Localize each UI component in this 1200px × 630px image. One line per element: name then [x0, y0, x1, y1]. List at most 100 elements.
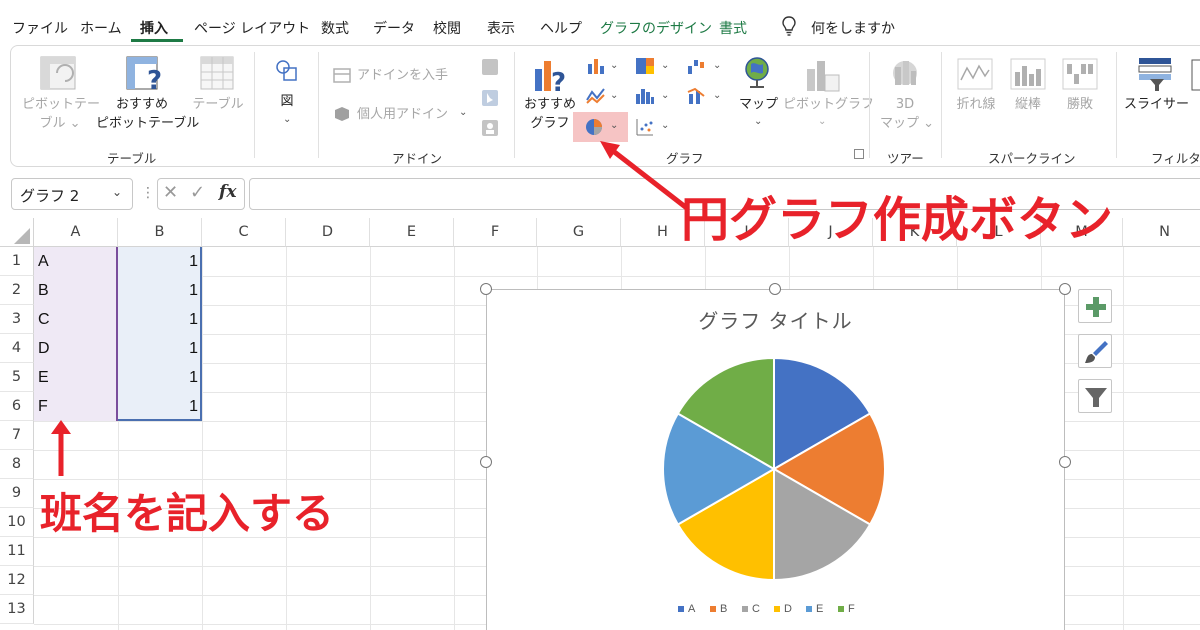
illustrations-button[interactable]: 図 — [276, 92, 298, 111]
cell-b1[interactable]: 1 — [118, 247, 198, 276]
row-header-9[interactable]: 9 — [0, 479, 34, 508]
pivot-chart-button[interactable]: ピボットグラフ — [783, 95, 874, 114]
select-all-button[interactable] — [0, 218, 34, 247]
cell-b5[interactable]: 1 — [118, 363, 198, 392]
shapes-icon — [276, 60, 297, 81]
tab-page-layout[interactable]: ページ レイアウト — [194, 18, 310, 38]
column-header-e[interactable]: E — [370, 218, 454, 247]
column-header-n[interactable]: N — [1123, 218, 1200, 247]
slicer-button[interactable]: スライサー — [1124, 95, 1189, 114]
recommended-charts-label-1: おすすめ — [524, 97, 577, 112]
chevron-down-icon[interactable]: ⌄ — [112, 185, 122, 199]
table-button[interactable]: テーブル — [190, 95, 246, 114]
svg-text:?: ? — [551, 68, 566, 95]
statistic-chart-icon[interactable] — [634, 86, 656, 106]
tab-home[interactable]: ホーム — [80, 18, 122, 38]
pivot-table-label-2: ブル ⌄ — [39, 116, 81, 131]
cell-a2[interactable]: B — [38, 276, 49, 305]
chevron-down-icon: ⌄ — [661, 90, 670, 101]
column-chart-icon[interactable] — [585, 56, 607, 76]
chart-elements-button[interactable] — [1078, 289, 1112, 323]
gridline-vertical — [202, 247, 203, 630]
legend-label-d: D — [784, 603, 792, 615]
ribbon-separator — [514, 52, 515, 158]
3d-map-icon — [893, 61, 917, 85]
tab-file[interactable]: ファイル — [12, 18, 68, 38]
cell-a4[interactable]: D — [38, 334, 50, 363]
table-icon — [200, 56, 234, 90]
row-header-12[interactable]: 12 — [0, 566, 34, 595]
cell-b3[interactable]: 1 — [118, 305, 198, 334]
active-tab-indicator — [131, 39, 183, 42]
get-addins-button[interactable]: アドインを入手 — [357, 66, 448, 85]
insert-function-button[interactable]: fx — [219, 182, 236, 202]
pivot-table-icon — [40, 56, 76, 90]
line-chart-icon[interactable] — [585, 86, 607, 106]
tab-chart-design[interactable]: グラフのデザイン — [600, 18, 712, 38]
row-header-10[interactable]: 10 — [0, 508, 34, 537]
row-header-13[interactable]: 13 — [0, 595, 34, 624]
maps-button[interactable]: マップ — [739, 95, 778, 114]
column-header-g[interactable]: G — [537, 218, 621, 247]
row-header-1[interactable]: 1 — [0, 247, 34, 276]
legend-swatch-d — [774, 606, 780, 612]
tab-insert[interactable]: 挿入 — [140, 18, 168, 38]
cell-b2[interactable]: 1 — [118, 276, 198, 305]
recommended-pivot-button[interactable]: おすすめ ピボットテーブル — [96, 95, 199, 133]
gridline-vertical — [1123, 247, 1124, 630]
recommended-charts-button[interactable]: おすすめ グラフ — [524, 95, 576, 133]
tab-format[interactable]: 書式 — [719, 18, 747, 38]
sparkline-line-button[interactable]: 折れ線 — [954, 95, 998, 114]
column-header-d[interactable]: D — [286, 218, 370, 247]
cell-a1[interactable]: A — [38, 247, 49, 276]
pivot-table-label-1: ピボットテー — [22, 97, 101, 112]
row-header-8[interactable]: 8 — [0, 450, 34, 479]
column-header-f[interactable]: F — [454, 218, 537, 247]
tab-view[interactable]: 表示 — [487, 18, 515, 38]
row-header-4[interactable]: 4 — [0, 334, 34, 363]
cancel-icon[interactable]: ✕ — [163, 182, 178, 203]
chart-filters-button[interactable] — [1078, 379, 1112, 413]
filter-group-label: フィルター — [1151, 151, 1200, 166]
funnel-icon — [1085, 388, 1107, 407]
combo-chart-icon[interactable] — [686, 86, 708, 106]
chart-styles-button[interactable] — [1078, 334, 1112, 368]
pivot-chart-icon — [807, 61, 840, 92]
legend-swatch-e — [806, 606, 812, 612]
hierarchy-chart-icon[interactable] — [634, 56, 656, 76]
waterfall-chart-icon[interactable] — [686, 56, 708, 76]
sparkline-column-button[interactable]: 縦棒 — [1010, 95, 1046, 114]
row-header-3[interactable]: 3 — [0, 305, 34, 334]
legend-swatch-c — [742, 606, 748, 612]
my-addins-button[interactable]: 個人用アドイン — [357, 105, 448, 124]
recommended-charts-label-2: グラフ — [530, 116, 570, 131]
tab-formulas[interactable]: 数式 — [321, 18, 349, 38]
column-header-a[interactable]: A — [34, 218, 118, 247]
row-header-6[interactable]: 6 — [0, 392, 34, 421]
column-header-b[interactable]: B — [118, 218, 202, 247]
row-header-5[interactable]: 5 — [0, 363, 34, 392]
3d-map-button[interactable]: 3D マップ ⌄ — [880, 95, 934, 133]
dialog-launcher-icon[interactable] — [854, 149, 864, 159]
row-header-7[interactable]: 7 — [0, 421, 34, 450]
cell-b6[interactable]: 1 — [118, 392, 198, 421]
cell-a3[interactable]: C — [38, 305, 50, 334]
ribbon-separator — [941, 52, 942, 158]
row-header-2[interactable]: 2 — [0, 276, 34, 305]
pivot-table-button[interactable]: ピボットテー ブル ⌄ — [22, 95, 101, 133]
tell-me-search[interactable]: 何をしますか — [811, 18, 895, 38]
cell-b4[interactable]: 1 — [118, 334, 198, 363]
cell-a6[interactable]: F — [38, 392, 48, 421]
chevron-down-icon: ⌄ — [610, 120, 619, 131]
sparkline-winloss-button[interactable]: 勝敗 — [1062, 95, 1098, 114]
row-header-11[interactable]: 11 — [0, 537, 34, 566]
enter-check-icon[interactable]: ✓ — [190, 182, 205, 203]
tab-data[interactable]: データ — [373, 18, 415, 38]
recommended-pivot-label-1: おすすめ — [115, 97, 168, 112]
tab-help[interactable]: ヘルプ — [540, 18, 582, 38]
gridline-vertical — [370, 247, 371, 630]
column-header-c[interactable]: C — [202, 218, 286, 247]
cell-a5[interactable]: E — [38, 363, 49, 392]
gridline-vertical — [454, 247, 455, 630]
tab-review[interactable]: 校閲 — [433, 18, 461, 38]
